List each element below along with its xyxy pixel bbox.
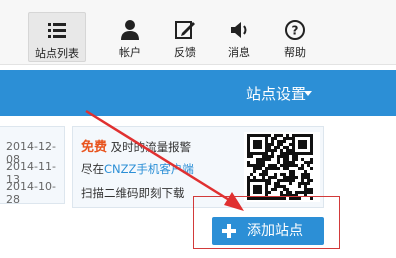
- nav-feedback-label: 反馈: [174, 46, 196, 59]
- caret-down-icon[interactable]: [304, 91, 312, 96]
- promo-line-1: 免费 及时的流量报警: [81, 136, 191, 155]
- promo-alert-text: 及时的流量报警: [110, 140, 192, 154]
- site-toolbar: 站点设置: [0, 70, 396, 116]
- list-icon: [48, 23, 66, 38]
- site-dates-panel: 2014-12-08 2014-11-13 2014-10-28: [0, 126, 65, 206]
- add-site-label: 添加站点: [247, 223, 303, 239]
- nav-site-list-label: 站点列表: [35, 47, 79, 60]
- nav-site-list[interactable]: 站点列表: [28, 12, 86, 62]
- nav-help[interactable]: ? 帮助: [267, 12, 323, 60]
- promo-app-link[interactable]: CNZZ手机客户端: [104, 162, 194, 176]
- plus-icon: [222, 224, 236, 238]
- speaker-icon: [231, 22, 247, 38]
- top-nav: 站点列表 帐户 反馈 消息 ? 帮助: [0, 0, 396, 65]
- nav-account-label: 帐户: [119, 46, 141, 59]
- nav-messages[interactable]: 消息: [211, 12, 267, 60]
- nav-feedback[interactable]: 反馈: [157, 12, 213, 60]
- nav-help-label: 帮助: [284, 46, 306, 59]
- site-settings-dropdown[interactable]: 站点设置: [246, 83, 306, 104]
- question-icon: ?: [285, 20, 305, 40]
- promo-free-label: 免费: [81, 140, 108, 155]
- svg-text:?: ?: [292, 24, 299, 38]
- site-date: 2014-10-28: [6, 180, 56, 206]
- add-site-button[interactable]: 添加站点: [212, 217, 324, 245]
- promo-line-2: 尽在CNZZ手机客户端: [81, 161, 194, 177]
- promo-line-3: 扫描二维码即刻下载: [81, 186, 185, 200]
- nav-messages-label: 消息: [228, 46, 250, 59]
- edit-icon: [175, 21, 195, 39]
- qr-code: [244, 132, 320, 202]
- promo-prefix: 尽在: [81, 162, 104, 176]
- nav-account[interactable]: 帐户: [102, 12, 158, 60]
- user-icon: [121, 20, 139, 40]
